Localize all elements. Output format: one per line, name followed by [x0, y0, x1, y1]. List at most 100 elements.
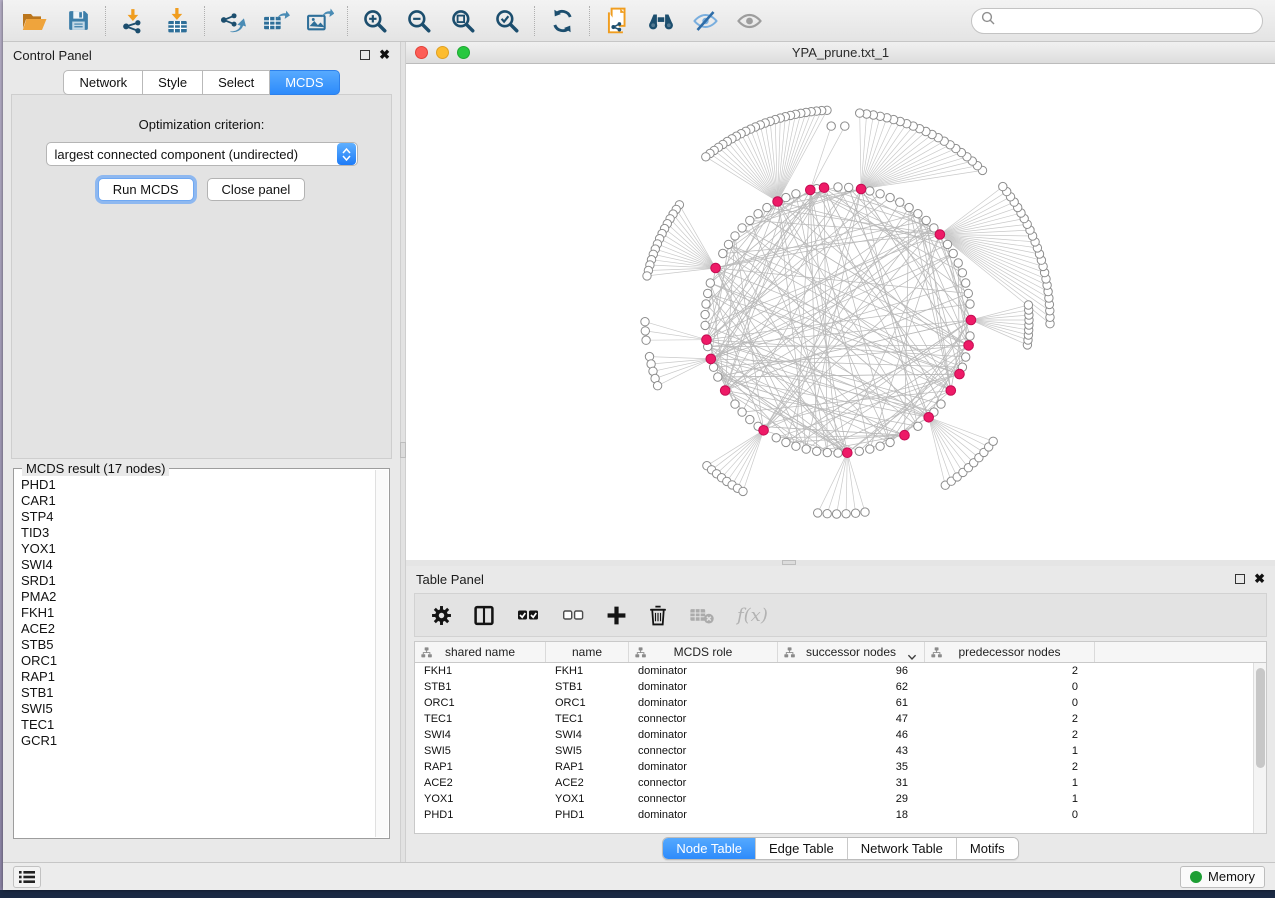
hide-selected-icon[interactable] [691, 7, 719, 35]
table-row[interactable]: STB1STB1dominator620 [415, 679, 1266, 695]
tab-motifs[interactable]: Motifs [956, 838, 1018, 859]
tab-network-table[interactable]: Network Table [847, 838, 956, 859]
search-box[interactable] [971, 8, 1263, 34]
horizontal-splitter[interactable] [406, 560, 1275, 566]
table-row[interactable]: ORC1ORC1dominator610 [415, 695, 1266, 711]
table-cell: 31 [778, 777, 925, 789]
toolbar-group [205, 7, 347, 35]
mcds-result-item[interactable]: RAP1 [15, 669, 375, 685]
mcds-result-list[interactable]: PHD1CAR1STP4TID3YOX1SWI4SRD1PMA2FKH1ACE2… [15, 475, 375, 837]
binoculars-icon[interactable] [647, 7, 675, 35]
table-row[interactable]: RAP1RAP1dominator352 [415, 759, 1266, 775]
table-cell: RAP1 [546, 761, 629, 773]
refresh-icon[interactable] [548, 7, 576, 35]
mcds-result-item[interactable]: PHD1 [15, 477, 375, 493]
doc-share-icon[interactable] [603, 7, 631, 35]
delete-icon[interactable] [648, 604, 668, 626]
mcds-result-item[interactable]: SWI5 [15, 701, 375, 717]
column-header-predecessor-nodes[interactable]: predecessor nodes [925, 642, 1095, 662]
add-icon[interactable] [606, 605, 627, 626]
search-input[interactable] [1001, 13, 1253, 28]
table-cell: 1 [925, 793, 1095, 805]
float-panel-icon[interactable] [360, 50, 370, 60]
close-panel-icon[interactable]: ✖ [379, 50, 390, 60]
table-row[interactable]: FKH1FKH1dominator962 [415, 663, 1266, 679]
table-toolbar: f(x) [414, 593, 1267, 637]
main-toolbar [3, 0, 1275, 42]
mcds-result-item[interactable]: TEC1 [15, 717, 375, 733]
open-icon[interactable] [20, 7, 48, 35]
mcds-result-item[interactable]: SRD1 [15, 573, 375, 589]
mcds-result-item[interactable]: STP4 [15, 509, 375, 525]
mcds-result-item[interactable]: FKH1 [15, 605, 375, 621]
import-table-icon[interactable] [163, 7, 191, 35]
network-view-window: YPA_prune.txt_1 [406, 42, 1275, 560]
columns-icon[interactable] [473, 605, 495, 626]
float-panel-icon[interactable] [1235, 574, 1245, 584]
memory-button[interactable]: Memory [1180, 866, 1265, 888]
scrollbar-thumb[interactable] [1256, 668, 1265, 768]
network-canvas[interactable] [406, 64, 1275, 560]
export-table-icon[interactable] [262, 7, 290, 35]
zoom-out-icon[interactable] [405, 7, 433, 35]
import-network-icon[interactable] [119, 7, 147, 35]
delete-table-icon[interactable] [689, 606, 715, 625]
column-header-shared-name[interactable]: shared name [415, 642, 546, 662]
tab-style[interactable]: Style [143, 70, 203, 95]
tab-edge-table[interactable]: Edge Table [755, 838, 847, 859]
close-panel-button[interactable]: Close panel [207, 178, 306, 201]
column-header-MCDS-role[interactable]: MCDS role [629, 642, 778, 662]
svg-text:f(x): f(x) [736, 605, 768, 626]
zoom-in-icon[interactable] [361, 7, 389, 35]
table-row[interactable]: SWI4SWI4dominator462 [415, 727, 1266, 743]
select-all-icon[interactable] [516, 606, 540, 624]
column-header-successor-nodes[interactable]: successor nodes [778, 642, 925, 662]
column-header-name[interactable]: name [546, 642, 629, 662]
table-row[interactable]: SWI5SWI5connector431 [415, 743, 1266, 759]
table-scrollbar[interactable] [1253, 663, 1266, 833]
control-panel-titlebar: Control Panel ✖ [3, 42, 400, 68]
mcds-result-item[interactable]: CAR1 [15, 493, 375, 509]
mcds-result-item[interactable]: STB1 [15, 685, 375, 701]
close-panel-icon[interactable]: ✖ [1254, 574, 1265, 584]
table-panel-title: Table Panel [416, 572, 484, 587]
export-image-icon[interactable] [306, 7, 334, 35]
task-history-button[interactable] [13, 866, 41, 888]
table-row[interactable]: ACE2ACE2connector311 [415, 775, 1266, 791]
table-row[interactable]: YOX1YOX1connector291 [415, 791, 1266, 807]
mcds-result-item[interactable]: PMA2 [15, 589, 375, 605]
deselect-all-icon[interactable] [561, 606, 585, 624]
gear-icon[interactable] [431, 605, 452, 626]
table-cell: FKH1 [415, 665, 546, 677]
mcds-result-item[interactable]: STB5 [15, 637, 375, 653]
mcds-result-item[interactable]: TID3 [15, 525, 375, 541]
tab-node-table[interactable]: Node Table [663, 838, 755, 859]
tab-select[interactable]: Select [203, 70, 270, 95]
run-mcds-button[interactable]: Run MCDS [98, 178, 194, 201]
mcds-result-item[interactable]: GCR1 [15, 733, 375, 749]
tab-network[interactable]: Network [63, 70, 143, 95]
mcds-result-item[interactable]: YOX1 [15, 541, 375, 557]
memory-label: Memory [1208, 869, 1255, 884]
mcds-result-item[interactable]: SWI4 [15, 557, 375, 573]
table-cell: 35 [778, 761, 925, 773]
mcds-result-item[interactable]: ORC1 [15, 653, 375, 669]
zoom-fit-icon[interactable] [449, 7, 477, 35]
splitter-handle[interactable] [782, 560, 796, 565]
table-cell: connector [629, 777, 778, 789]
export-network-icon[interactable] [218, 7, 246, 35]
optimization-criterion-select[interactable]: largest connected component (undirected) [46, 142, 358, 166]
table-cell: 2 [925, 761, 1095, 773]
desktop-wallpaper-bottom [0, 890, 1275, 898]
show-selected-icon[interactable] [735, 7, 763, 35]
mcds-result-item[interactable]: ACE2 [15, 621, 375, 637]
fx-icon[interactable]: f(x) [736, 604, 770, 627]
table-cell: dominator [629, 729, 778, 741]
zoom-selected-icon[interactable] [493, 7, 521, 35]
network-graph[interactable] [406, 64, 1275, 560]
mcds-list-scrollbar[interactable] [375, 470, 388, 837]
tab-mcds[interactable]: MCDS [270, 70, 339, 95]
table-row[interactable]: TEC1TEC1connector472 [415, 711, 1266, 727]
save-icon[interactable] [64, 7, 92, 35]
table-row[interactable]: PHD1PHD1dominator180 [415, 807, 1266, 823]
